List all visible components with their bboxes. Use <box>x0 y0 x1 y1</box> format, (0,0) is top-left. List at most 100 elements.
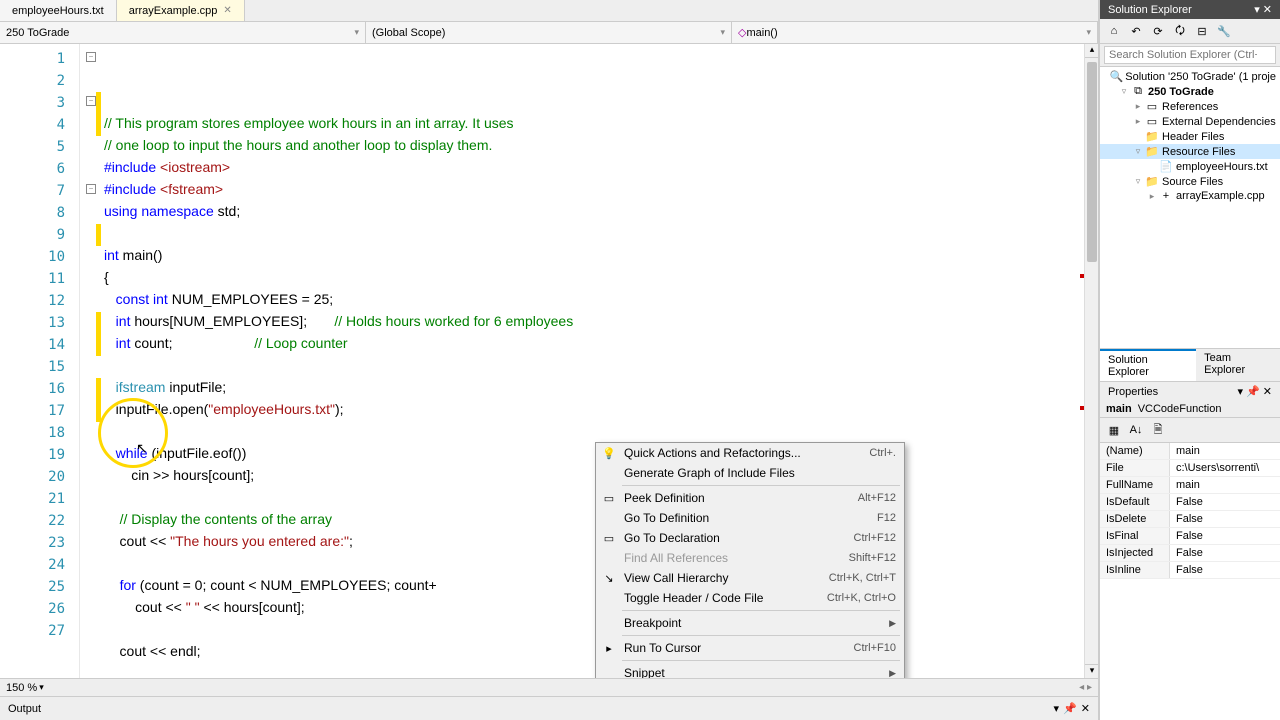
line-number: 25 <box>0 576 79 598</box>
menu-item: Find All ReferencesShift+F12 <box>596 548 904 568</box>
context-menu: 💡Quick Actions and Refactorings...Ctrl+.… <box>595 442 905 678</box>
line-number: 5 <box>0 136 79 158</box>
property-row[interactable]: IsFinalFalse <box>1100 528 1280 545</box>
code-line[interactable]: #include <iostream> <box>104 156 1098 178</box>
code-line[interactable]: { <box>104 266 1098 288</box>
menu-item[interactable]: ↘View Call HierarchyCtrl+K, Ctrl+T <box>596 568 904 588</box>
line-number: 18 <box>0 422 79 444</box>
line-number: 24 <box>0 554 79 576</box>
error-marker[interactable] <box>1080 406 1084 410</box>
refresh-icon[interactable]: 🗘 <box>1170 21 1190 41</box>
line-number: 7 <box>0 180 79 202</box>
code-line[interactable]: int hours[NUM_EMPLOYEES]; // Holds hours… <box>104 310 1098 332</box>
code-line[interactable]: // This program stores employee work hou… <box>104 112 1098 134</box>
tree-item[interactable]: 📁Header Files <box>1100 129 1280 144</box>
menu-item[interactable]: Generate Graph of Include Files <box>596 463 904 483</box>
error-marker[interactable] <box>1080 274 1084 278</box>
menu-item[interactable]: 💡Quick Actions and Refactorings...Ctrl+. <box>596 443 904 463</box>
property-row[interactable]: (Name)main <box>1100 443 1280 460</box>
solution-search-input[interactable] <box>1104 46 1276 64</box>
vertical-scrollbar[interactable]: ▴ ▾ <box>1084 44 1098 678</box>
panel-close-icon[interactable]: ✕ <box>1081 702 1090 715</box>
code-line[interactable]: const int NUM_EMPLOYEES = 25; <box>104 288 1098 310</box>
menu-item[interactable]: Snippet▶ <box>596 663 904 678</box>
property-row[interactable]: IsDefaultFalse <box>1100 494 1280 511</box>
line-number: 26 <box>0 598 79 620</box>
file-tab[interactable]: arrayExample.cpp✕ <box>117 0 245 21</box>
solution-explorer-title: Solution Explorer ▾ ✕ <box>1100 0 1280 19</box>
menu-item[interactable]: Breakpoint▶ <box>596 613 904 633</box>
zoom-level[interactable]: 150 % <box>6 682 37 694</box>
line-number: 1 <box>0 48 79 70</box>
tab-team-explorer[interactable]: Team Explorer <box>1196 349 1280 381</box>
tree-item[interactable]: ▿⧉250 ToGrade <box>1100 84 1280 99</box>
tree-item[interactable]: 📄employeeHours.txt <box>1100 159 1280 174</box>
line-number: 2 <box>0 70 79 92</box>
code-line[interactable]: using namespace std; <box>104 200 1098 222</box>
code-line[interactable] <box>104 420 1098 442</box>
property-row[interactable]: Filec:\Users\sorrenti\ <box>1100 460 1280 477</box>
menu-icon: ↘ <box>602 571 616 585</box>
home-icon[interactable]: ⌂ <box>1104 21 1124 41</box>
tab-solution-explorer[interactable]: Solution Explorer <box>1100 349 1196 381</box>
tree-item[interactable]: 🔍Solution '250 ToGrade' (1 proje <box>1100 69 1280 84</box>
function-dropdown[interactable]: ◇ main() <box>732 22 1098 43</box>
nav-dropdowns: 250 ToGrade (Global Scope) ◇ main() <box>0 22 1098 44</box>
code-line[interactable] <box>104 222 1098 244</box>
properties-icon[interactable]: 🔧 <box>1214 21 1234 41</box>
code-line[interactable]: int main() <box>104 244 1098 266</box>
line-number: 11 <box>0 268 79 290</box>
line-number: 21 <box>0 488 79 510</box>
project-dropdown[interactable]: 250 ToGrade <box>0 22 366 43</box>
collapse-icon[interactable]: ⊟ <box>1192 21 1212 41</box>
line-number: 14 <box>0 334 79 356</box>
code-editor[interactable]: 1234567891011121314151617181920212223242… <box>0 44 1098 678</box>
line-number: 9 <box>0 224 79 246</box>
property-row[interactable]: IsDeleteFalse <box>1100 511 1280 528</box>
tree-item[interactable]: ▸+arrayExample.cpp <box>1100 189 1280 203</box>
file-tab[interactable]: employeeHours.txt <box>0 0 117 21</box>
tree-item[interactable]: ▿📁Resource Files <box>1100 144 1280 159</box>
panel-dropdown-icon[interactable]: ▾ <box>1054 702 1060 715</box>
line-number: 8 <box>0 202 79 224</box>
sort-icon[interactable]: A↓ <box>1126 420 1146 440</box>
property-row[interactable]: IsInlineFalse <box>1100 562 1280 579</box>
code-line[interactable]: ifstream inputFile; <box>104 376 1098 398</box>
panel-menu-icon[interactable]: ▾ 📌 ✕ <box>1237 385 1272 398</box>
solution-toolbar: ⌂ ↶ ⟳ 🗘 ⊟ 🔧 <box>1100 19 1280 44</box>
line-number: 20 <box>0 466 79 488</box>
menu-item[interactable]: ▭Go To DeclarationCtrl+F12 <box>596 528 904 548</box>
tree-item[interactable]: ▿📁Source Files <box>1100 174 1280 189</box>
explorer-tabs: Solution Explorer Team Explorer <box>1100 348 1280 381</box>
menu-item[interactable]: ▭Peek DefinitionAlt+F12 <box>596 488 904 508</box>
code-line[interactable]: int count; // Loop counter <box>104 332 1098 354</box>
scope-dropdown[interactable]: (Global Scope) <box>366 22 732 43</box>
property-row[interactable]: IsInjectedFalse <box>1100 545 1280 562</box>
prop-pages-icon[interactable]: 🗎 <box>1148 420 1168 440</box>
menu-item[interactable]: ▸Run To CursorCtrl+F10 <box>596 638 904 658</box>
code-line[interactable] <box>104 354 1098 376</box>
tree-item[interactable]: ▸▭External Dependencies <box>1100 114 1280 129</box>
panel-pin-icon[interactable]: 📌 <box>1063 702 1077 715</box>
property-row[interactable]: FullNamemain <box>1100 477 1280 494</box>
solution-tree: 🔍Solution '250 ToGrade' (1 proje▿⧉250 To… <box>1100 67 1280 348</box>
line-number: 27 <box>0 620 79 642</box>
menu-item[interactable]: Go To DefinitionF12 <box>596 508 904 528</box>
line-number: 23 <box>0 532 79 554</box>
panel-menu-icon[interactable]: ▾ ✕ <box>1254 3 1272 16</box>
menu-icon: ▭ <box>602 531 616 545</box>
line-number: 15 <box>0 356 79 378</box>
menu-icon: 💡 <box>602 446 616 460</box>
menu-icon: ▸ <box>602 641 616 655</box>
code-line[interactable]: #include <fstream> <box>104 178 1098 200</box>
properties-title: Properties ▾ 📌 ✕ <box>1100 381 1280 401</box>
categorize-icon[interactable]: ▦ <box>1104 420 1124 440</box>
back-icon[interactable]: ↶ <box>1126 21 1146 41</box>
menu-item[interactable]: Toggle Header / Code FileCtrl+K, Ctrl+O <box>596 588 904 608</box>
line-number: 16 <box>0 378 79 400</box>
code-line[interactable]: inputFile.open("employeeHours.txt"); <box>104 398 1098 420</box>
tree-item[interactable]: ▸▭References <box>1100 99 1280 114</box>
close-icon[interactable]: ✕ <box>223 5 231 16</box>
code-line[interactable]: // one loop to input the hours and anoth… <box>104 134 1098 156</box>
sync-icon[interactable]: ⟳ <box>1148 21 1168 41</box>
